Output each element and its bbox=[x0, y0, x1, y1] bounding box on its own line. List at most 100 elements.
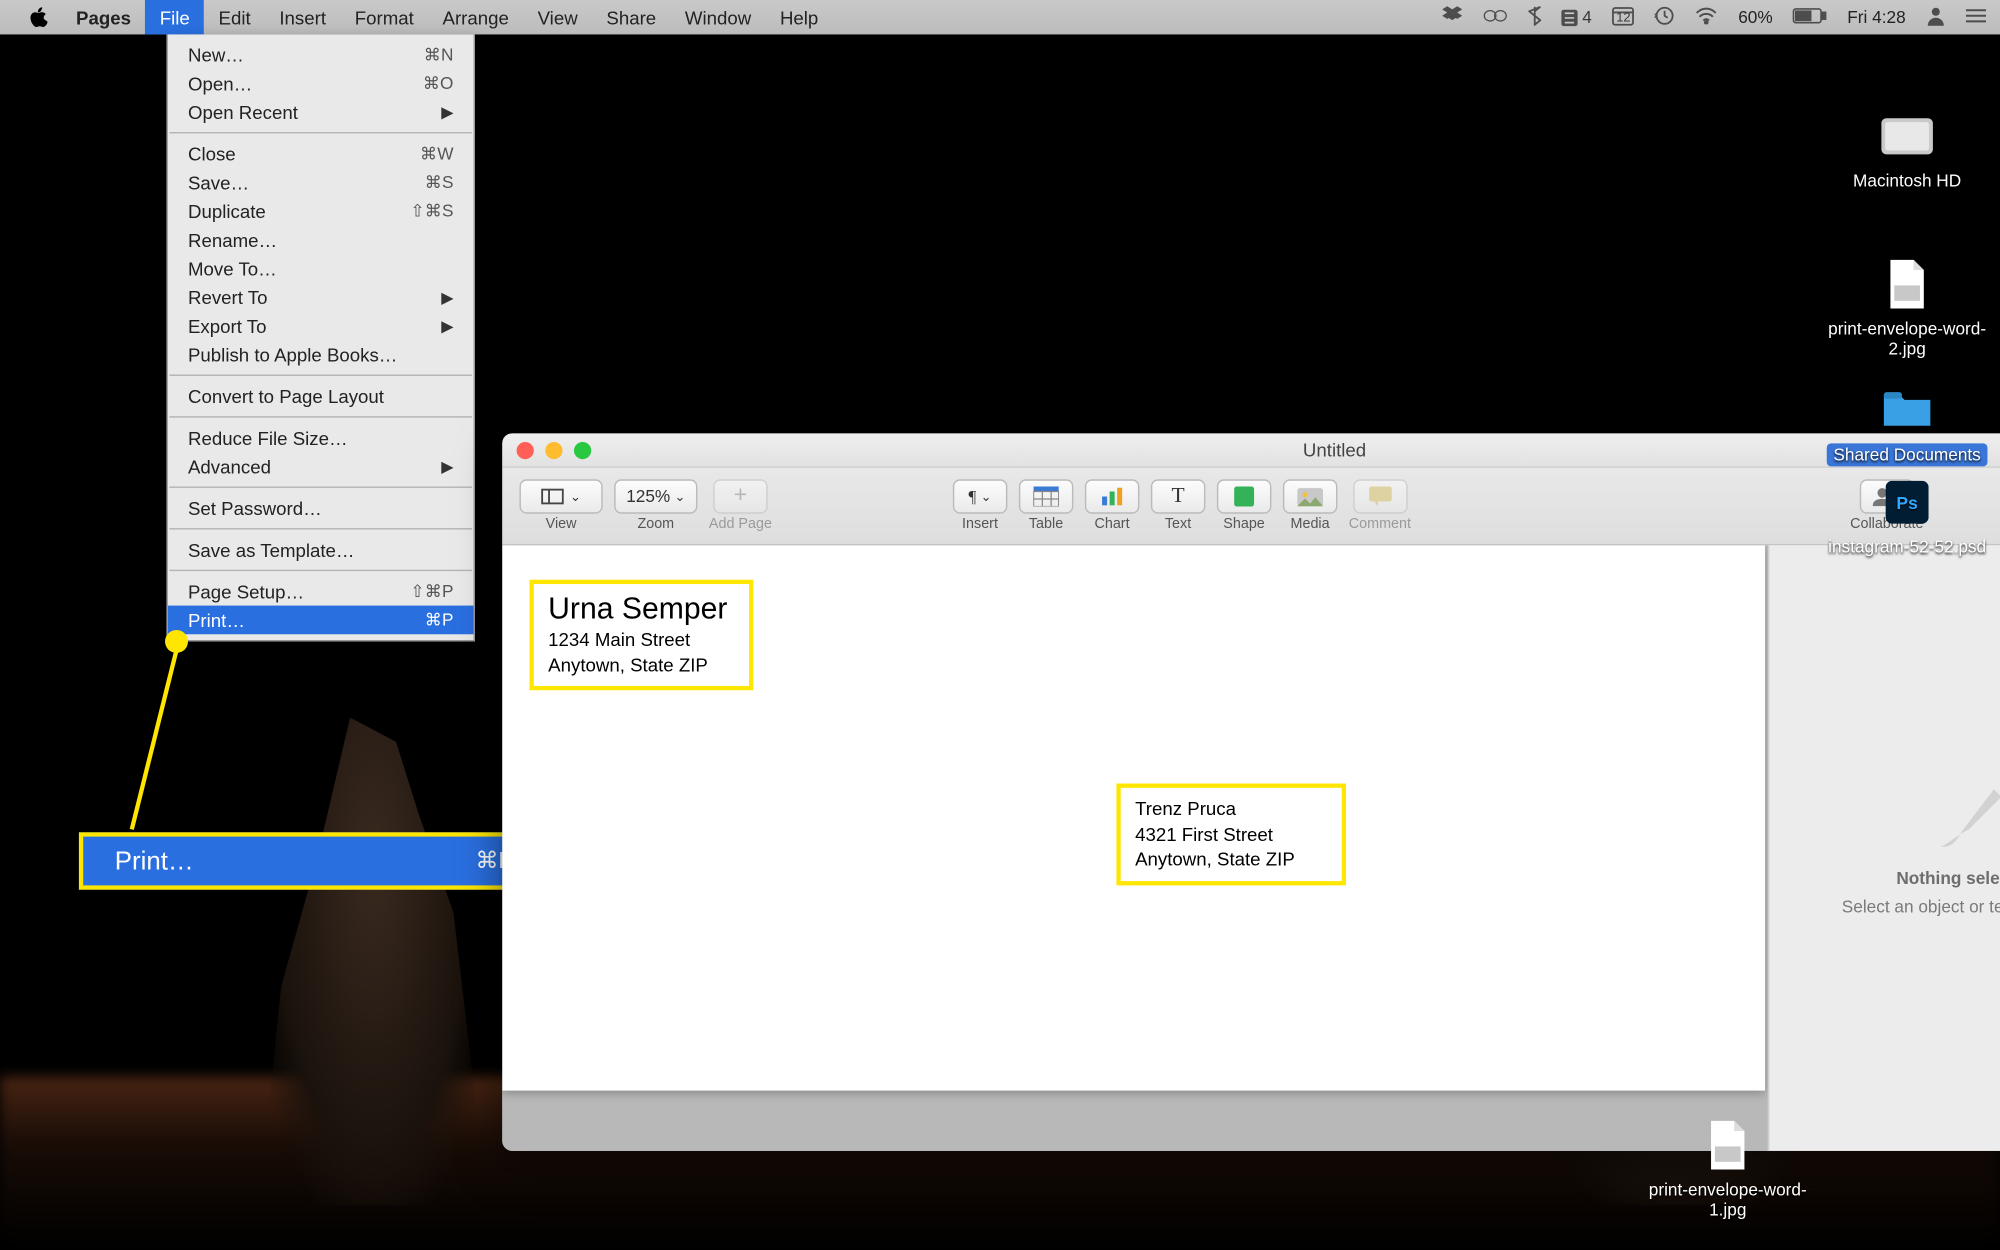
menu-separator bbox=[169, 416, 472, 417]
menu-convert-page-layout[interactable]: Convert to Page Layout bbox=[168, 382, 474, 411]
desktop-icon-hd[interactable]: Macintosh HD bbox=[1821, 108, 1993, 191]
view-button[interactable]: ⌄ View bbox=[519, 479, 602, 532]
todo-icon[interactable]: 4 bbox=[1561, 7, 1592, 27]
svg-text:Ps: Ps bbox=[1896, 493, 1917, 513]
file-menu-dropdown: New…⌘N Open…⌘O Open Recent▶ Close⌘W Save… bbox=[166, 34, 475, 641]
media-button[interactable]: Media bbox=[1283, 479, 1338, 532]
menu-insert[interactable]: Insert bbox=[265, 0, 340, 34]
table-button[interactable]: Table bbox=[1019, 479, 1074, 532]
recipient-address-box[interactable]: Trenz Pruca 4321 First Street Anytown, S… bbox=[1116, 784, 1346, 885]
chevron-down-icon: ⌄ bbox=[675, 489, 686, 505]
close-button[interactable] bbox=[517, 442, 534, 459]
jpg-file-icon bbox=[1887, 260, 1927, 309]
menu-separator bbox=[169, 132, 472, 133]
pilcrow-icon: ¶ bbox=[969, 486, 977, 508]
return-address-box[interactable]: Urna Semper 1234 Main Street Anytown, St… bbox=[530, 580, 754, 691]
menu-window[interactable]: Window bbox=[671, 0, 766, 34]
minimize-button[interactable] bbox=[545, 442, 562, 459]
menu-arrange[interactable]: Arrange bbox=[428, 0, 523, 34]
menu-duplicate[interactable]: Duplicate⇧⌘S bbox=[168, 197, 474, 226]
menu-save[interactable]: Save…⌘S bbox=[168, 168, 474, 197]
toolbar: ⌄ View 125%⌄ Zoom + Add Page ¶⌄ Insert T… bbox=[502, 468, 2000, 545]
apple-menu[interactable] bbox=[14, 0, 61, 34]
desktop-icon-psd[interactable]: Ps instagram-52-52.psd bbox=[1821, 474, 1993, 557]
menu-share[interactable]: Share bbox=[592, 0, 670, 34]
comment-icon bbox=[1368, 486, 1391, 506]
clock[interactable]: Fri 4:28 bbox=[1847, 7, 1905, 27]
envelope-page[interactable]: Urna Semper 1234 Main Street Anytown, St… bbox=[502, 545, 1765, 1090]
calendar-day: 12 bbox=[1612, 9, 1635, 23]
bluetooth-icon[interactable] bbox=[1528, 5, 1541, 29]
menu-publish-apple-books[interactable]: Publish to Apple Books… bbox=[168, 340, 474, 369]
menu-view[interactable]: View bbox=[523, 0, 592, 34]
wifi-icon[interactable] bbox=[1695, 6, 1718, 28]
recipient-line2: Anytown, State ZIP bbox=[1135, 847, 1327, 872]
return-name: Urna Semper bbox=[548, 593, 735, 627]
sync-icon[interactable] bbox=[1482, 6, 1508, 28]
media-icon bbox=[1297, 487, 1323, 506]
timemachine-icon[interactable] bbox=[1655, 5, 1675, 29]
menu-advanced[interactable]: Advanced▶ bbox=[168, 452, 474, 481]
comment-button[interactable]: Comment bbox=[1349, 479, 1411, 532]
psd-file-icon: Ps bbox=[1886, 481, 1929, 524]
shape-button[interactable]: Shape bbox=[1217, 479, 1272, 532]
dropbox-icon[interactable] bbox=[1442, 6, 1462, 29]
rock-formation-left bbox=[258, 718, 488, 1206]
chart-button[interactable]: Chart bbox=[1085, 479, 1140, 532]
menu-format[interactable]: Format bbox=[340, 0, 428, 34]
menu-edit[interactable]: Edit bbox=[204, 0, 265, 34]
plus-icon: + bbox=[734, 484, 747, 510]
menu-save-as-template[interactable]: Save as Template… bbox=[168, 535, 474, 564]
apple-icon bbox=[29, 7, 48, 27]
calendar-icon[interactable]: 12 bbox=[1612, 5, 1635, 29]
format-inspector: Nothing selected. Select an object or te… bbox=[1768, 545, 2000, 1151]
menu-revert-to[interactable]: Revert To▶ bbox=[168, 283, 474, 312]
menu-separator bbox=[169, 528, 472, 529]
chevron-down-icon: ⌄ bbox=[570, 489, 581, 505]
user-icon[interactable] bbox=[1926, 5, 1946, 29]
menu-separator bbox=[169, 570, 472, 571]
document-canvas[interactable]: Urna Semper 1234 Main Street Anytown, St… bbox=[502, 545, 1768, 1151]
inspector-title: Nothing selected. bbox=[1896, 868, 2000, 888]
window-title: Untitled bbox=[1303, 439, 1366, 461]
add-page-button[interactable]: + Add Page bbox=[709, 479, 772, 532]
desktop-icon-pe2[interactable]: print-envelope-word-2.jpg bbox=[1821, 255, 1993, 358]
folder-icon bbox=[1881, 389, 1933, 429]
window-titlebar[interactable]: Untitled bbox=[502, 433, 2000, 467]
insert-button[interactable]: ¶⌄ Insert bbox=[953, 479, 1008, 532]
battery-icon[interactable] bbox=[1793, 6, 1827, 28]
menu-set-password[interactable]: Set Password… bbox=[168, 494, 474, 523]
menu-export-to[interactable]: Export To▶ bbox=[168, 311, 474, 340]
return-line1: 1234 Main Street bbox=[548, 627, 735, 652]
shape-icon bbox=[1234, 486, 1254, 506]
callout-label: Print… bbox=[115, 846, 476, 876]
desktop-icon-shared[interactable]: Shared Documents bbox=[1821, 380, 1993, 466]
submenu-arrow-icon: ▶ bbox=[441, 316, 453, 335]
menu-reduce-file-size[interactable]: Reduce File Size… bbox=[168, 423, 474, 452]
menu-new[interactable]: New…⌘N bbox=[168, 40, 474, 69]
recipient-line1: 4321 First Street bbox=[1135, 822, 1327, 847]
app-name[interactable]: Pages bbox=[62, 6, 146, 28]
menu-open[interactable]: Open…⌘O bbox=[168, 69, 474, 98]
table-icon bbox=[1033, 486, 1059, 506]
menu-page-setup[interactable]: Page Setup…⇧⌘P bbox=[168, 577, 474, 606]
fullscreen-button[interactable] bbox=[574, 442, 591, 459]
menubar: Pages File Edit Insert Format Arrange Vi… bbox=[0, 0, 2000, 34]
menu-separator bbox=[169, 486, 472, 487]
battery-percent: 60% bbox=[1738, 7, 1772, 27]
notification-center-icon[interactable] bbox=[1966, 6, 1986, 28]
menu-rename[interactable]: Rename… bbox=[168, 225, 474, 254]
text-button[interactable]: T Text bbox=[1151, 479, 1206, 532]
desktop-icon-pe1[interactable]: print-envelope-word-1.jpg bbox=[1642, 1116, 1814, 1219]
zoom-select[interactable]: 125%⌄ Zoom bbox=[614, 479, 697, 532]
menu-open-recent[interactable]: Open Recent▶ bbox=[168, 98, 474, 127]
menu-help[interactable]: Help bbox=[766, 0, 833, 34]
menu-close[interactable]: Close⌘W bbox=[168, 139, 474, 168]
menu-print[interactable]: Print…⌘P bbox=[168, 606, 474, 635]
menu-file[interactable]: File bbox=[145, 0, 204, 34]
pages-window: Untitled ⌄ View 125%⌄ Zoom + Add Page ¶⌄… bbox=[502, 433, 2000, 1151]
annotation-callout-print: Print… ⌘P bbox=[79, 832, 538, 889]
submenu-arrow-icon: ▶ bbox=[441, 457, 453, 476]
menu-move-to[interactable]: Move To… bbox=[168, 254, 474, 283]
submenu-arrow-icon: ▶ bbox=[441, 288, 453, 307]
